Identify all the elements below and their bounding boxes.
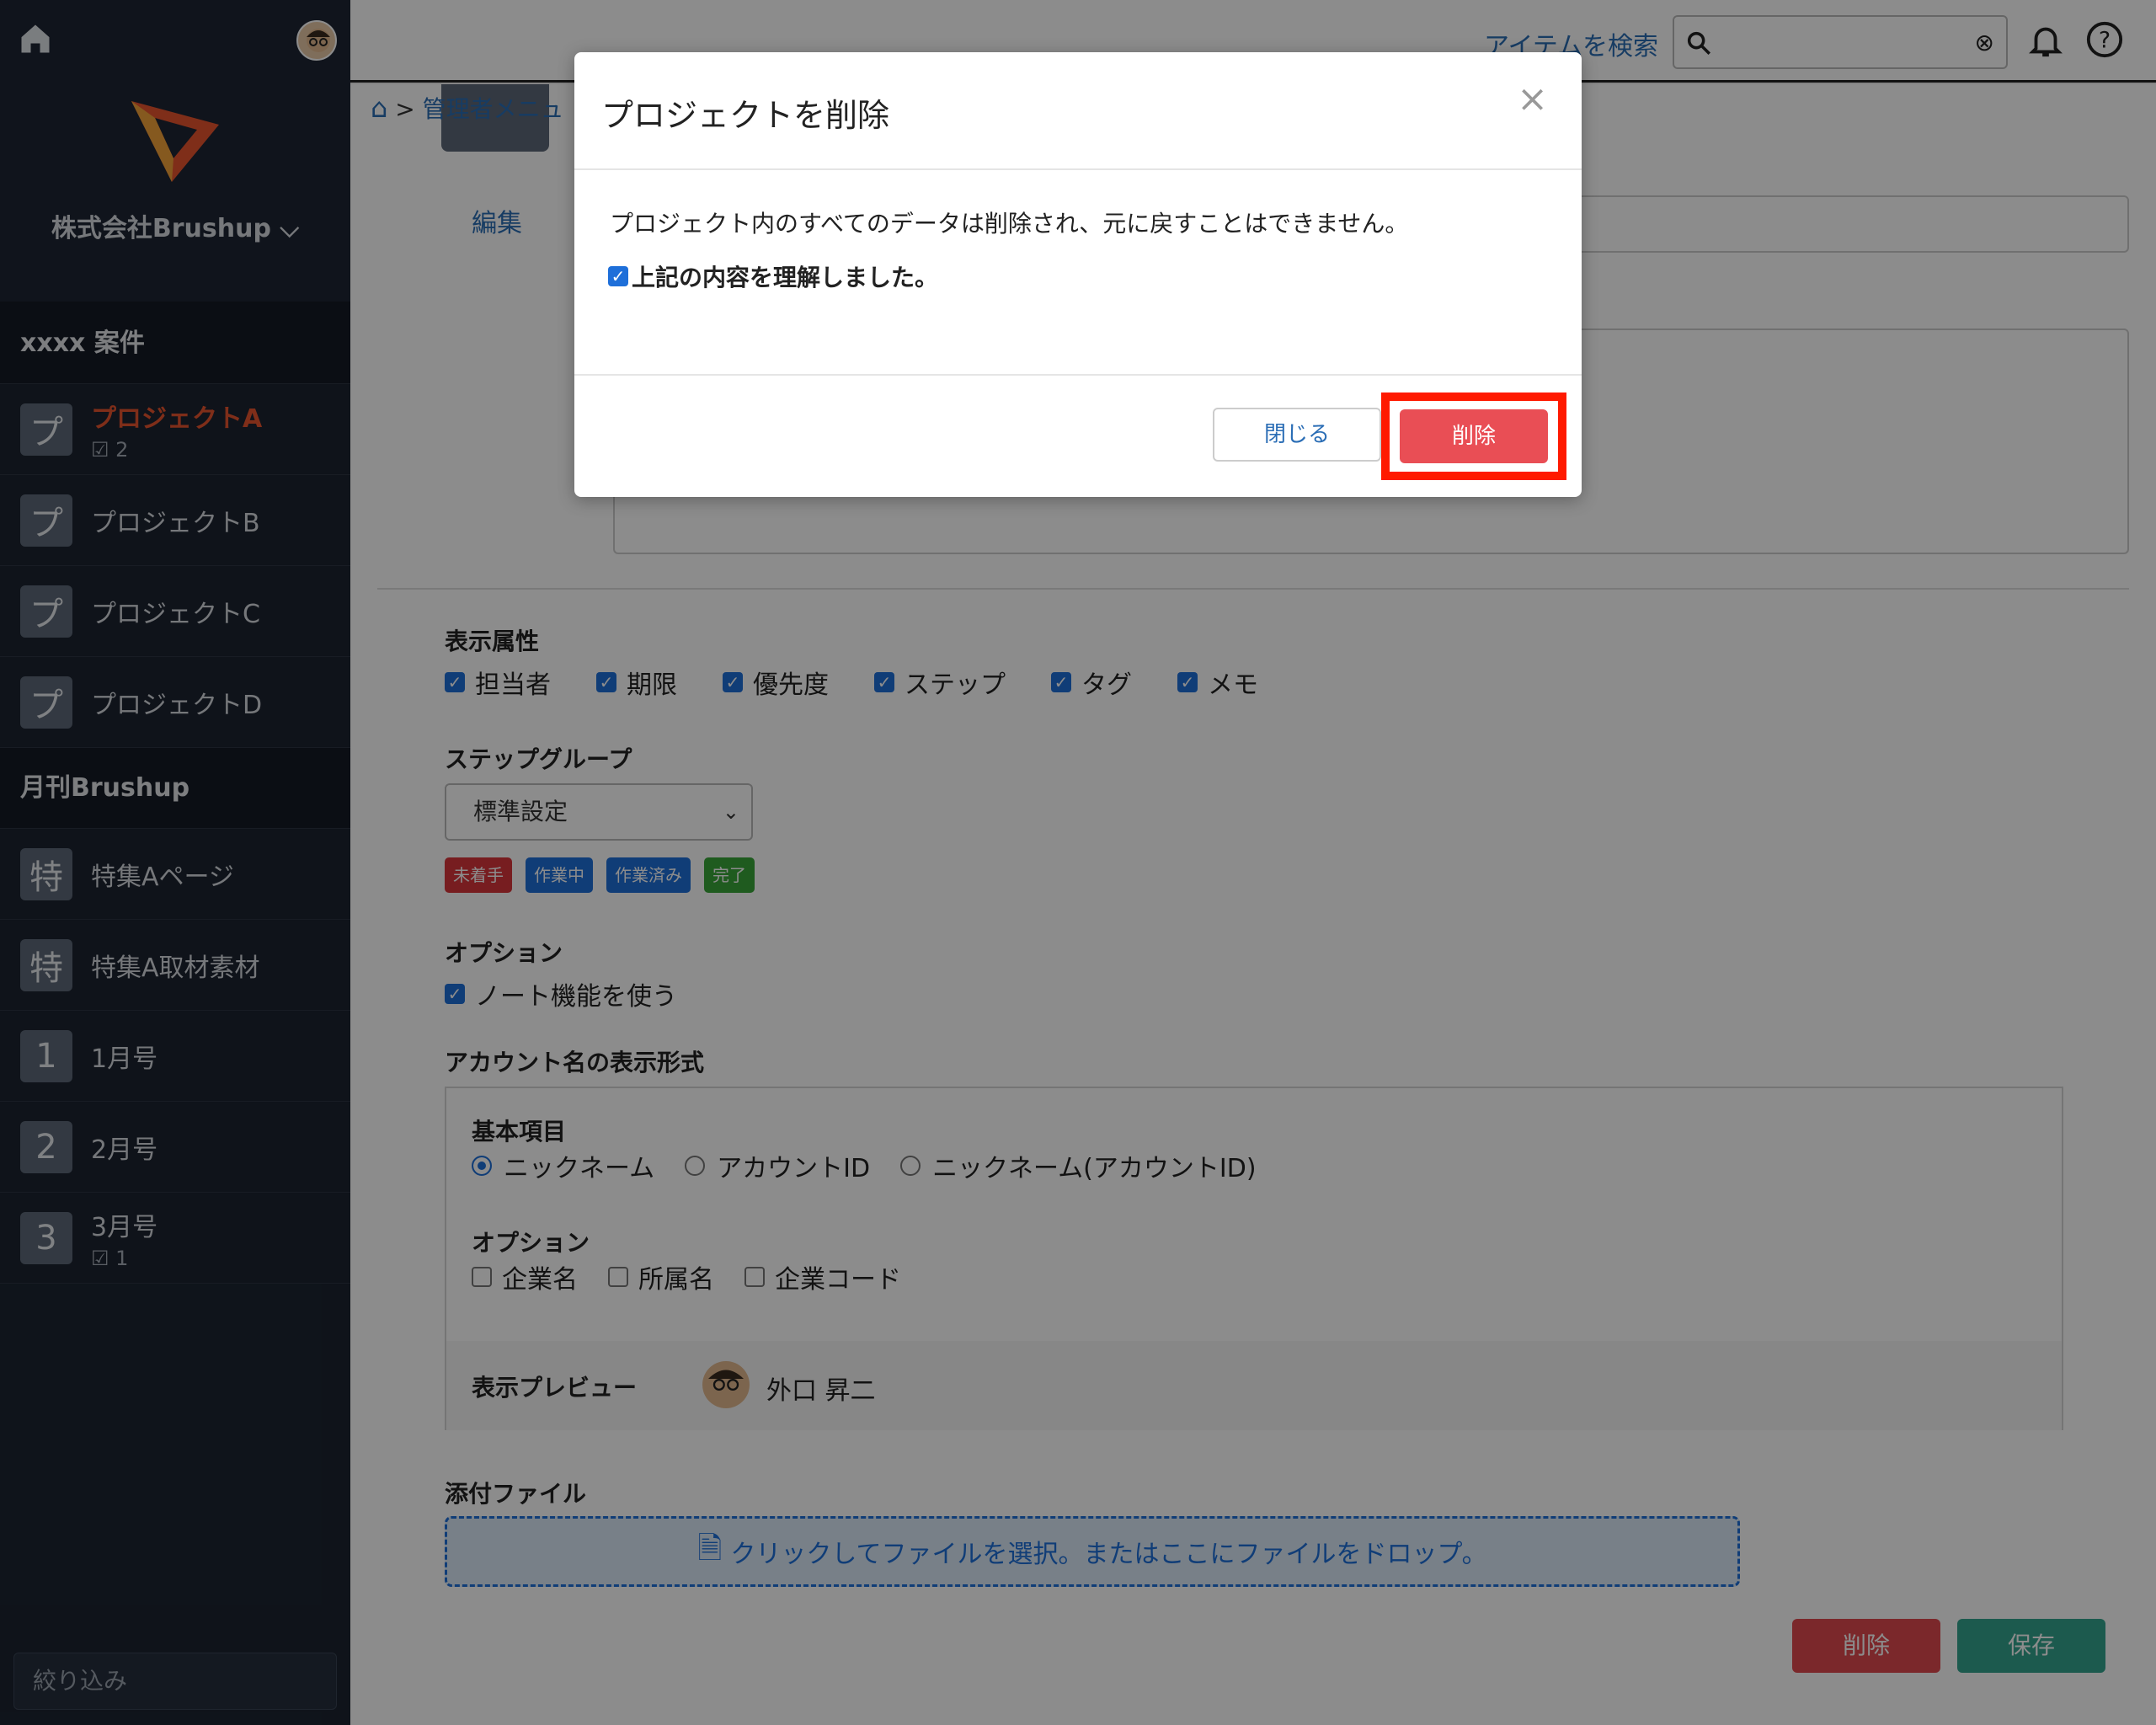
modal-header: プロジェクトを削除 × xyxy=(574,52,1582,170)
modal-footer: 閉じる 削除 xyxy=(574,376,1582,495)
agree-checkbox[interactable]: ✓ 上記の内容を理解しました。 xyxy=(608,259,938,293)
checkbox-checked-icon: ✓ xyxy=(608,266,628,286)
modal-body: プロジェクト内のすべてのデータは削除され、元に戻すことはできません。 ✓ 上記の… xyxy=(574,170,1582,376)
close-icon[interactable]: × xyxy=(1517,77,1548,120)
modal-message: プロジェクト内のすべてのデータは削除され、元に戻すことはできません。 xyxy=(610,210,1409,238)
confirm-delete-button[interactable]: 削除 xyxy=(1400,409,1548,463)
delete-project-modal: プロジェクトを削除 × プロジェクト内のすべてのデータは削除され、元に戻すことは… xyxy=(574,52,1582,497)
modal-title: プロジェクトを削除 xyxy=(601,97,890,134)
close-button[interactable]: 閉じる xyxy=(1213,408,1381,462)
